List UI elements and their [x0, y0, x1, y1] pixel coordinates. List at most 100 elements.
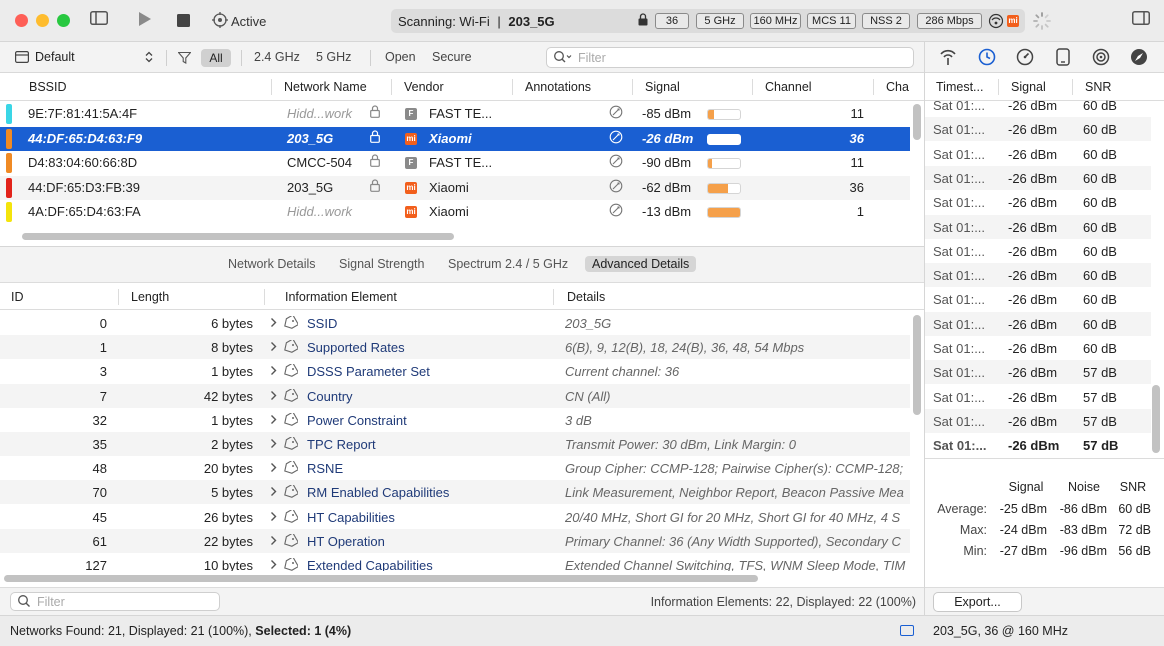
- chevron-right-icon[interactable]: [270, 364, 277, 379]
- signal-history-row[interactable]: Sat 01:... -26 dBm 60 dB: [925, 311, 1151, 336]
- signal-history-row[interactable]: Sat 01:... -26 dBm 57 dB: [925, 433, 1151, 457]
- info-element-row[interactable]: 35 2 bytes TPC Report Transmit Power: 30 dB…: [0, 432, 910, 456]
- funnel-icon[interactable]: [177, 51, 192, 67]
- chevron-right-icon[interactable]: [270, 437, 277, 452]
- compass-icon[interactable]: [1130, 48, 1148, 71]
- chevron-right-icon[interactable]: [270, 485, 277, 500]
- lock-icon: [638, 13, 648, 29]
- filter-all-button[interactable]: All: [201, 49, 231, 67]
- info-elements-horizontal-scrollbar[interactable]: [4, 575, 758, 582]
- chevron-right-icon[interactable]: [270, 413, 277, 428]
- filter-secure-button[interactable]: Secure: [432, 50, 472, 64]
- column-channel-width[interactable]: Cha: [886, 80, 909, 94]
- signal-history-row[interactable]: Sat 01:... -26 dBm 60 dB: [925, 214, 1151, 239]
- networks-horizontal-scrollbar[interactable]: [22, 233, 454, 240]
- inspector-toggle-icon[interactable]: [1132, 11, 1150, 31]
- signal-history-row[interactable]: Sat 01:... -26 dBm 60 dB: [925, 263, 1151, 288]
- window-layout-icon[interactable]: [900, 625, 914, 636]
- tab-signal-strength[interactable]: Signal Strength: [339, 257, 424, 271]
- annotation-icon[interactable]: [609, 105, 623, 122]
- column-id[interactable]: ID: [11, 290, 24, 304]
- signal-history-row[interactable]: Sat 01:... -26 dBm 57 dB: [925, 385, 1151, 409]
- info-element-row[interactable]: 32 1 bytes Power Constraint 3 dB: [0, 408, 910, 432]
- info-element-row[interactable]: 3 1 bytes DSSS Parameter Set Current channe…: [0, 359, 910, 383]
- target-icon[interactable]: [212, 12, 228, 34]
- signal-history-row[interactable]: Sat 01:... -26 dBm 60 dB: [925, 165, 1151, 190]
- column-signal[interactable]: Signal: [1011, 80, 1046, 94]
- stop-icon[interactable]: [177, 13, 190, 33]
- column-signal[interactable]: Signal: [645, 80, 680, 94]
- broadcast-icon[interactable]: [1092, 48, 1110, 71]
- export-button[interactable]: Export...: [933, 592, 1022, 612]
- column-length[interactable]: Length: [131, 290, 169, 304]
- signal-history-scrollbar[interactable]: [1152, 385, 1160, 453]
- chevron-right-icon[interactable]: [270, 558, 277, 571]
- snr-cell: 60 dB: [1083, 243, 1117, 259]
- annotation-icon[interactable]: [609, 130, 623, 147]
- info-element-row[interactable]: 70 5 bytes RM Enabled Capabilities Link Mea…: [0, 480, 910, 505]
- column-network-name[interactable]: Network Name: [284, 80, 367, 94]
- signal-history-row[interactable]: Sat 01:... -26 dBm 57 dB: [925, 360, 1151, 385]
- chevron-right-icon[interactable]: [270, 534, 277, 549]
- gauge-icon[interactable]: [1016, 48, 1034, 71]
- device-icon[interactable]: [1056, 48, 1070, 71]
- network-row[interactable]: 44:DF:65:D3:FB:39 203_5G mi Xiaomi -62 dBm 36: [0, 175, 910, 200]
- column-bssid[interactable]: BSSID: [29, 80, 67, 94]
- profile-select[interactable]: Default: [35, 50, 75, 64]
- signal-history-row[interactable]: Sat 01:... -26 dBm 60 dB: [925, 117, 1151, 142]
- column-vendor[interactable]: Vendor: [404, 80, 444, 94]
- info-element-row[interactable]: 7 42 bytes Country CN (All): [0, 383, 910, 408]
- sidebar-toggle-icon[interactable]: [90, 11, 108, 31]
- signal-history-row[interactable]: Sat 01:... -26 dBm 60 dB: [925, 190, 1151, 214]
- signal-history-row[interactable]: Sat 01:... -26 dBm 60 dB: [925, 239, 1151, 263]
- minimize-window-button[interactable]: [36, 14, 49, 27]
- annotation-icon[interactable]: [609, 154, 623, 171]
- signal-history-row[interactable]: Sat 01:... -26 dBm 60 dB: [925, 287, 1151, 311]
- ie-length-cell: 1 bytes: [211, 412, 253, 428]
- column-details[interactable]: Details: [567, 290, 605, 304]
- chevron-right-icon[interactable]: [270, 316, 277, 331]
- info-element-row[interactable]: 48 20 bytes RSNE Group Cipher: CCMP-128; Pa…: [0, 456, 910, 480]
- annotation-icon[interactable]: [609, 203, 623, 220]
- filter-24ghz-button[interactable]: 2.4 GHz: [254, 50, 300, 64]
- chevron-right-icon[interactable]: [270, 340, 277, 355]
- tab-spectrum[interactable]: Spectrum 2.4 / 5 GHz: [448, 257, 568, 271]
- active-label[interactable]: Active: [231, 14, 266, 29]
- close-window-button[interactable]: [15, 14, 28, 27]
- info-elements-vertical-scrollbar[interactable]: [913, 315, 921, 415]
- column-snr[interactable]: SNR: [1085, 80, 1111, 94]
- network-row[interactable]: 9E:7F:81:41:5A:4F Hidd...work F FAST TE... -…: [0, 102, 910, 126]
- column-annotations[interactable]: Annotations: [525, 80, 591, 94]
- column-channel[interactable]: Channel: [765, 80, 812, 94]
- signal-history-row[interactable]: Sat 01:... -26 dBm 57 dB: [925, 408, 1151, 433]
- chevron-right-icon[interactable]: [270, 389, 277, 404]
- signal-history-row[interactable]: Sat 01:... -26 dBm 60 dB: [925, 142, 1151, 166]
- networks-vertical-scrollbar[interactable]: [913, 104, 921, 140]
- info-element-row[interactable]: 0 6 bytes SSID 203_5G: [0, 311, 910, 335]
- info-element-row[interactable]: 127 10 bytes Extended Capabilities Extended…: [0, 553, 910, 571]
- info-element-row[interactable]: 45 26 bytes HT Capabilities 20/40 MHz, Shor…: [0, 505, 910, 529]
- clock-icon[interactable]: [978, 48, 996, 71]
- signal-history-row[interactable]: Sat 01:... -26 dBm 60 dB: [925, 336, 1151, 360]
- column-information-element[interactable]: Information Element: [285, 290, 397, 304]
- wifi-signal-icon[interactable]: [938, 48, 958, 71]
- zoom-window-button[interactable]: [57, 14, 70, 27]
- info-elements-filter-input[interactable]: Filter: [10, 592, 220, 611]
- network-row[interactable]: 4A:DF:65:D4:63:FA Hidd...work mi Xiaomi -13 …: [0, 200, 910, 224]
- play-icon[interactable]: [138, 11, 152, 33]
- network-search-input[interactable]: Filter: [546, 47, 914, 68]
- signal-history-row[interactable]: Sat 01:... -26 dBm 60 dB: [925, 100, 1151, 117]
- annotation-icon[interactable]: [609, 179, 623, 196]
- tab-advanced-details[interactable]: Advanced Details: [585, 256, 697, 272]
- column-timestamp[interactable]: Timest...: [936, 80, 983, 94]
- filter-open-button[interactable]: Open: [385, 50, 416, 64]
- info-element-row[interactable]: 1 8 bytes Supported Rates 6(B), 9, 12(B), 1…: [0, 335, 910, 360]
- chevron-updown-icon[interactable]: [145, 51, 153, 66]
- chevron-right-icon[interactable]: [270, 510, 277, 525]
- chevron-right-icon[interactable]: [270, 461, 277, 476]
- info-element-row[interactable]: 61 22 bytes HT Operation Primary Channel: 3…: [0, 528, 910, 553]
- network-row[interactable]: D4:83:04:60:66:8D CMCC-504 F FAST TE... -90 …: [0, 151, 910, 175]
- tab-network-details[interactable]: Network Details: [228, 257, 316, 271]
- filter-5ghz-button[interactable]: 5 GHz: [316, 50, 351, 64]
- network-row[interactable]: 44:DF:65:D4:63:F9 203_5G mi Xiaomi -26 dBm 36: [0, 126, 910, 151]
